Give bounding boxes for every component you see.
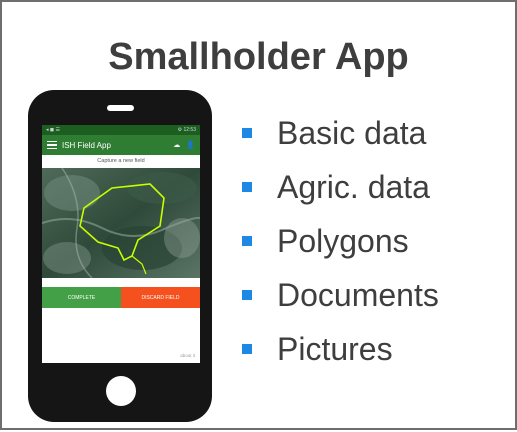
status-right: ⚙ 12:53 [177,127,196,133]
satellite-map[interactable] [42,168,200,278]
feature-label: Pictures [277,330,393,367]
feature-item: Basic data [242,106,439,160]
app-title: ISH Field App [62,140,111,150]
feature-list: Basic data Agric. data Polygons Document… [242,106,439,376]
phone-speaker [107,105,134,111]
slide-title: Smallholder App [108,36,409,78]
phone-screen: ◂ ◼ ☰ ⚙ 12:53 ISH Field App ☁ 👤 Capture … [42,125,200,363]
add-user-icon[interactable]: 👤 [186,141,195,149]
footer-text: about it [180,353,195,358]
feature-label: Polygons [277,222,409,259]
status-left: ◂ ◼ ☰ [46,127,60,133]
feature-item: Pictures [242,322,439,376]
app-bar: ISH Field App ☁ 👤 [42,135,200,155]
bullet-square-icon [242,290,252,300]
bullet-square-icon [242,236,252,246]
complete-button[interactable]: COMPLETE [42,287,121,308]
phone-mockup: ◂ ◼ ☰ ⚙ 12:53 ISH Field App ☁ 👤 Capture … [28,90,212,422]
feature-item: Polygons [242,214,439,268]
home-button[interactable] [106,376,136,406]
slide-frame: Smallholder App ◂ ◼ ☰ ⚙ 12:53 ISH Field … [0,0,517,430]
bullet-square-icon [242,182,252,192]
feature-item: Documents [242,268,439,322]
action-button-row: COMPLETE DISCARD FIELD [42,287,200,308]
feature-item: Agric. data [242,160,439,214]
cloud-icon[interactable]: ☁ [173,141,180,149]
feature-label: Basic data [277,114,427,151]
feature-label: Agric. data [277,168,430,205]
capture-prompt: Capture a new field [97,158,145,164]
bullet-square-icon [242,128,252,138]
menu-icon[interactable] [47,139,57,152]
feature-label: Documents [277,276,439,313]
status-bar: ◂ ◼ ☰ ⚙ 12:53 [42,125,200,135]
discard-field-button[interactable]: DISCARD FIELD [121,287,200,308]
bullet-square-icon [242,344,252,354]
